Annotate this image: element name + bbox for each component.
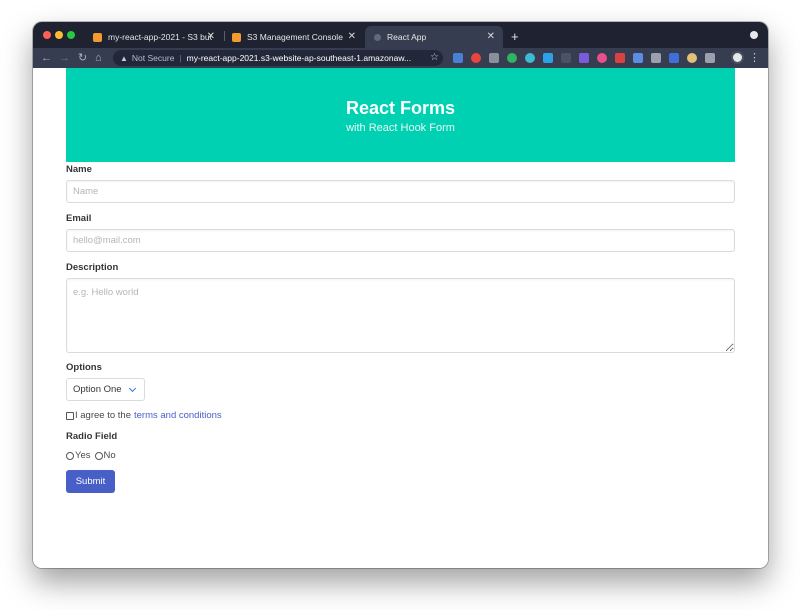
aws-cube-icon (93, 32, 102, 42)
close-tab-icon[interactable]: ✕ (207, 31, 215, 43)
extension-icon[interactable] (543, 53, 553, 63)
options-select[interactable]: Option One (66, 378, 145, 401)
url-text[interactable]: my-react-app-2021.s3-website-ap-southeas… (187, 53, 411, 63)
extension-icon[interactable] (615, 53, 625, 63)
extension-icon[interactable] (669, 53, 679, 63)
name-label: Name (66, 164, 92, 175)
address-divider: | (179, 53, 182, 63)
radio-group: Yes No (66, 450, 116, 461)
extension-icon[interactable] (489, 53, 499, 63)
radio-no-label[interactable]: No (104, 450, 116, 461)
extension-icon[interactable] (561, 53, 571, 63)
reload-icon[interactable]: ↻ (78, 51, 87, 65)
terms-link[interactable]: terms and conditions (134, 410, 222, 421)
puzzle-extensions-icon[interactable] (705, 53, 715, 63)
radio-yes[interactable] (66, 451, 74, 460)
tab-react-app[interactable]: React App ✕ (365, 26, 503, 48)
profile-avatar-icon[interactable] (731, 51, 744, 64)
page-content: React Forms with React Hook Form Name Em… (33, 68, 768, 568)
description-textarea[interactable] (66, 278, 735, 353)
tab-strip: my-react-app-2021 - S3 bucke ✕ S3 Manage… (33, 22, 768, 48)
minimize-window-button[interactable] (55, 31, 63, 39)
chevron-down-icon (128, 384, 137, 393)
tab-s3-bucket[interactable]: my-react-app-2021 - S3 bucke ✕ (85, 26, 223, 48)
extension-icon[interactable] (525, 53, 535, 63)
extension-icon[interactable] (687, 53, 697, 63)
tab-label: my-react-app-2021 - S3 bucke (108, 32, 212, 42)
extension-icon[interactable] (471, 53, 481, 63)
hero-banner: React Forms with React Hook Form (66, 68, 735, 162)
extension-icon[interactable] (597, 53, 607, 63)
submit-button[interactable]: Submit (66, 470, 115, 493)
extension-icon[interactable] (633, 53, 643, 63)
terms-checkbox[interactable] (66, 411, 74, 420)
terms-text: I agree to the (75, 410, 131, 421)
tab-label: S3 Management Console (247, 32, 343, 42)
options-label: Options (66, 362, 102, 373)
address-bar[interactable]: ▲ Not Secure | my-react-app-2021.s3-webs… (113, 50, 443, 66)
forward-arrow-icon[interactable]: → (59, 51, 70, 65)
home-icon[interactable]: ⌂ (95, 51, 102, 65)
tab-s3-console[interactable]: S3 Management Console ✕ (224, 26, 364, 48)
name-input[interactable] (66, 180, 735, 203)
page-title: React Forms (345, 98, 456, 118)
back-arrow-icon[interactable]: ← (41, 51, 52, 65)
description-label: Description (66, 262, 119, 273)
extension-icon[interactable] (507, 53, 517, 63)
email-input[interactable] (66, 229, 735, 252)
close-window-button[interactable] (43, 31, 51, 39)
radio-field-label: Radio Field (66, 431, 118, 442)
radio-yes-label[interactable]: Yes (75, 450, 91, 461)
select-value: Option One (73, 384, 122, 395)
close-tab-icon[interactable]: ✕ (487, 31, 495, 43)
warning-icon: ▲ (120, 53, 128, 63)
email-label: Email (66, 213, 92, 224)
browser-window: my-react-app-2021 - S3 bucke ✕ S3 Manage… (33, 22, 768, 568)
security-label[interactable]: Not Secure (132, 53, 175, 63)
tab-search-icon[interactable] (750, 31, 758, 39)
close-tab-icon[interactable]: ✕ (348, 31, 356, 43)
extension-icon[interactable] (453, 53, 463, 63)
maximize-window-button[interactable] (67, 31, 75, 39)
aws-cube-icon (232, 32, 241, 42)
terms-row: I agree to the terms and conditions (66, 410, 222, 421)
browser-toolbar: ← → ↻ ⌂ ▲ Not Secure | my-react-app-2021… (33, 48, 768, 68)
react-icon (374, 33, 381, 41)
tab-label: React App (387, 32, 427, 42)
radio-no[interactable] (94, 451, 103, 460)
new-tab-button[interactable]: + (511, 26, 519, 48)
extension-icon[interactable] (651, 53, 661, 63)
page-subtitle: with React Hook Form (346, 122, 455, 134)
bookmark-star-icon[interactable]: ☆ (430, 51, 439, 65)
extension-icon[interactable] (579, 53, 589, 63)
kebab-menu-icon[interactable]: ⋮ (749, 51, 760, 65)
